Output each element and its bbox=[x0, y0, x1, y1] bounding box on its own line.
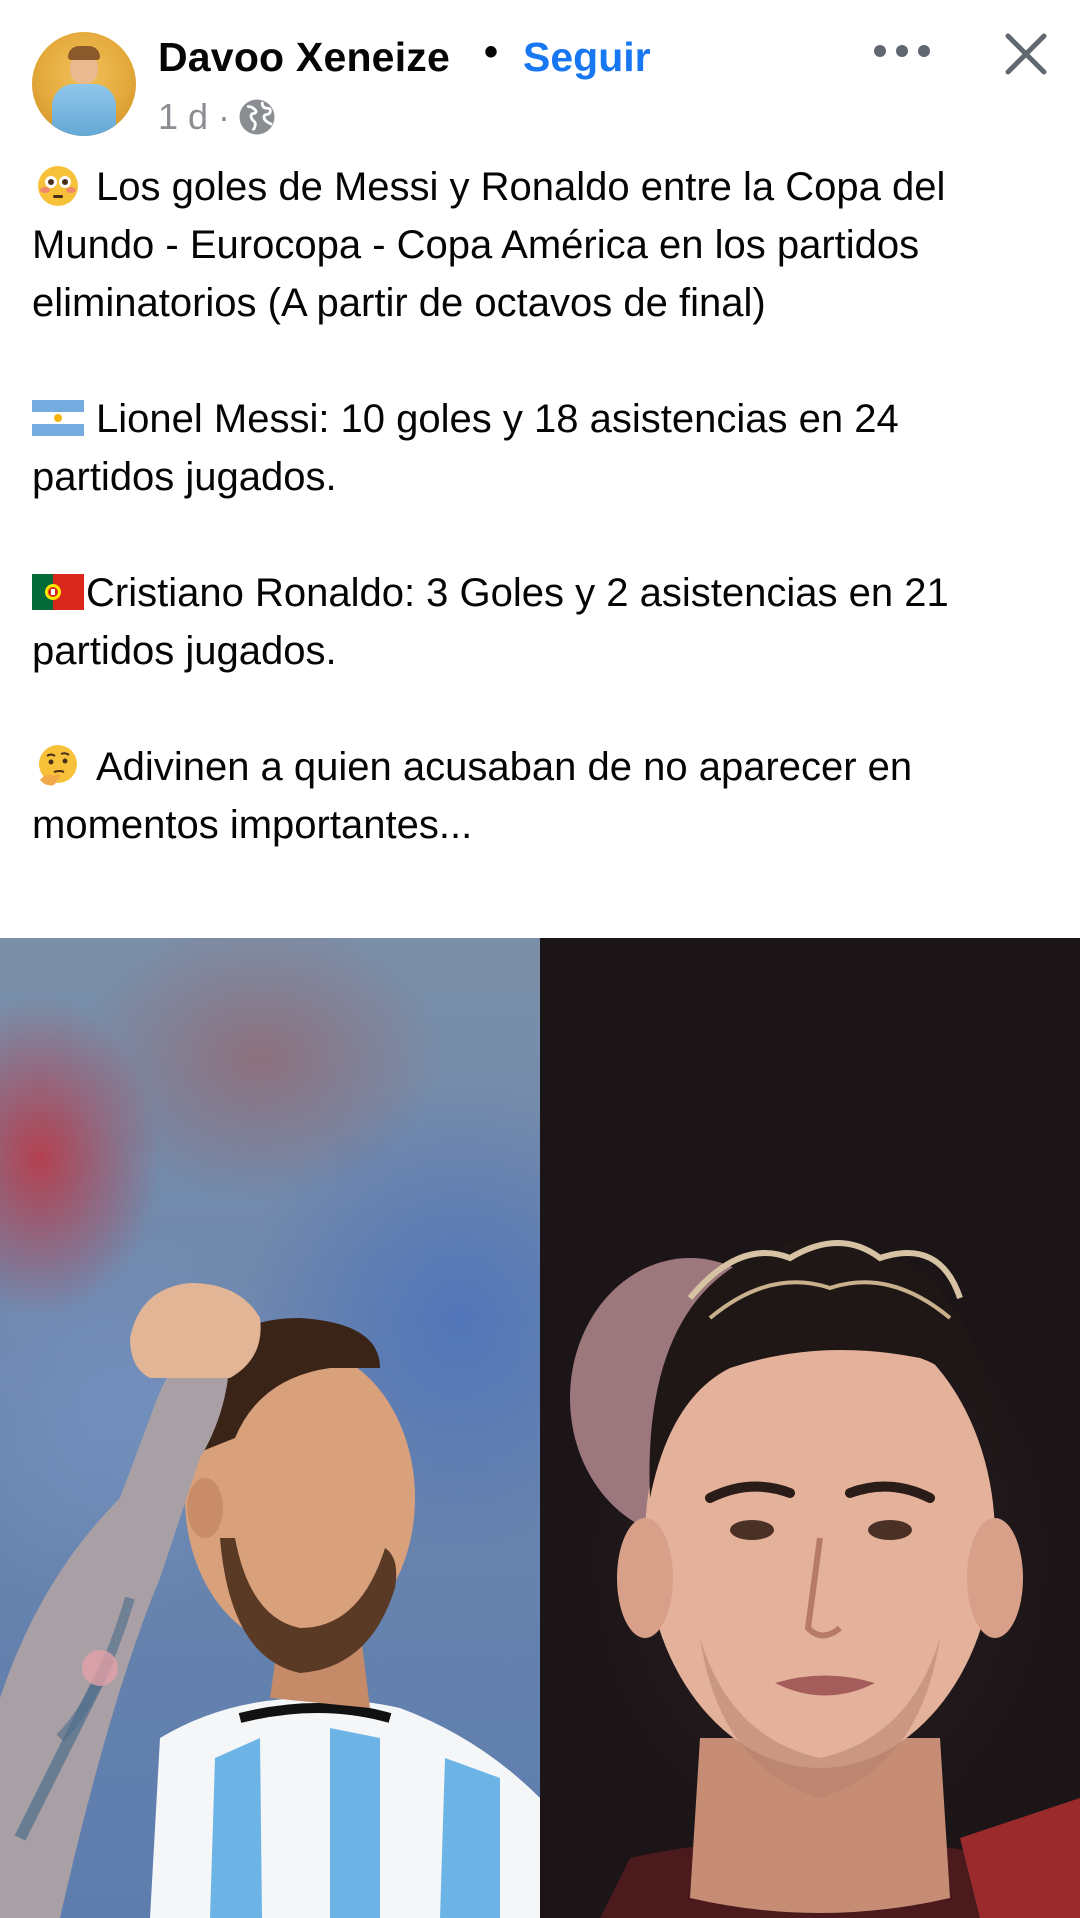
post-header: Davoo Xeneize • Seguir 1 d · bbox=[0, 0, 1080, 150]
messi-illustration bbox=[0, 1283, 540, 1918]
close-icon[interactable] bbox=[1000, 28, 1052, 80]
ronaldo-illustration bbox=[570, 1238, 1080, 1918]
post-paragraph-ronaldo: Cristiano Ronaldo: 3 Goles y 2 asistenci… bbox=[32, 564, 1052, 680]
post-body: Los goles de Messi y Ronaldo entre la Co… bbox=[32, 158, 1052, 854]
argentina-flag-emoji bbox=[32, 400, 84, 436]
post-paragraph-intro: Los goles de Messi y Ronaldo entre la Co… bbox=[32, 158, 1052, 332]
portugal-flag-emoji bbox=[32, 574, 84, 610]
messi-photo bbox=[0, 938, 540, 1918]
intro-text: Los goles de Messi y Ronaldo entre la Co… bbox=[32, 165, 946, 325]
author-name[interactable]: Davoo Xeneize bbox=[158, 34, 450, 81]
post-image[interactable] bbox=[0, 938, 1080, 1918]
question-text: Adivinen a quien acusaban de no aparecer… bbox=[32, 745, 913, 847]
ronaldo-stats-text: Cristiano Ronaldo: 3 Goles y 2 asistenci… bbox=[32, 571, 949, 673]
post-paragraph-messi: Lionel Messi: 10 goles y 18 asistencias … bbox=[32, 390, 1052, 506]
post-paragraph-question: Adivinen a quien acusaban de no aparecer… bbox=[32, 738, 1052, 854]
post-time[interactable]: 1 d · bbox=[158, 96, 230, 138]
messi-stats-text: Lionel Messi: 10 goles y 18 asistencias … bbox=[32, 397, 899, 499]
separator-dot: • bbox=[484, 30, 499, 74]
more-options-icon[interactable] bbox=[874, 36, 930, 66]
flushed-face-emoji bbox=[38, 166, 78, 206]
globe-icon bbox=[239, 99, 275, 135]
follow-button[interactable]: Seguir bbox=[523, 34, 651, 81]
thinking-face-emoji bbox=[39, 745, 77, 786]
author-avatar[interactable] bbox=[32, 32, 136, 136]
post-meta: 1 d · bbox=[158, 96, 278, 138]
ronaldo-photo bbox=[540, 938, 1080, 1918]
